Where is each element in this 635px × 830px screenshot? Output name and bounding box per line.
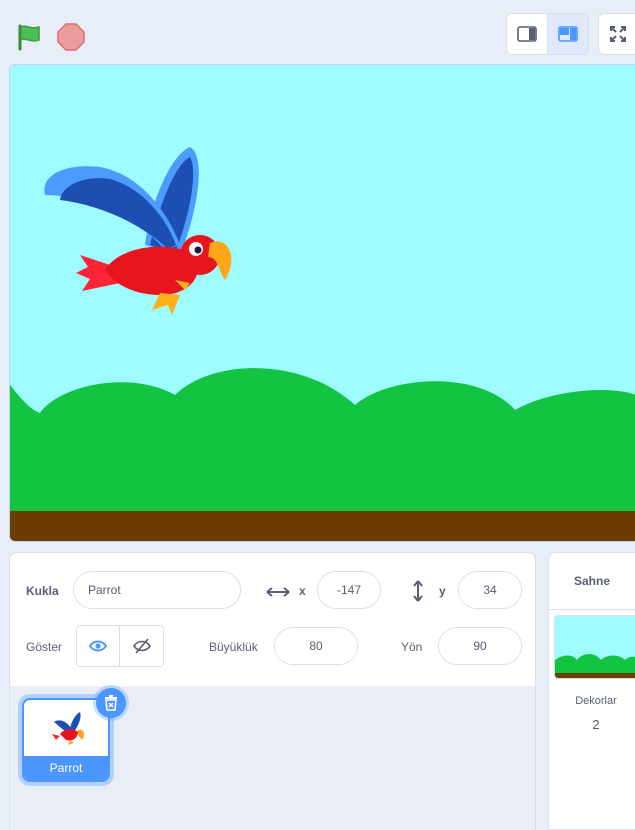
trash-icon — [105, 695, 117, 711]
x-position-input[interactable]: -147 — [317, 571, 381, 609]
stage-header — [0, 0, 635, 64]
hide-sprite-button[interactable] — [120, 625, 164, 667]
backdrops-label: Dekorlar — [575, 695, 617, 707]
sprite-label: Kukla — [26, 584, 59, 598]
eye-hidden-icon — [132, 638, 151, 654]
stage-canvas[interactable] — [9, 64, 635, 542]
size-label: Büyüklük — [209, 640, 258, 654]
fullscreen-icon — [610, 26, 626, 42]
eye-icon — [89, 640, 107, 652]
backdrop-thumbnail[interactable] — [554, 615, 635, 679]
fullscreen-button[interactable] — [598, 13, 635, 55]
sprite-tile-name: Parrot — [24, 756, 108, 780]
stage-pane-header: Sahne — [549, 553, 635, 610]
show-sprite-button[interactable] — [76, 625, 120, 667]
parrot-thumbnail — [52, 712, 85, 745]
y-arrow-icon — [413, 580, 423, 602]
direction-input[interactable]: 90 — [438, 627, 522, 665]
stop-icon[interactable] — [56, 22, 86, 52]
small-stage-button[interactable] — [506, 13, 548, 55]
ground — [10, 511, 635, 541]
y-position-input[interactable]: 34 — [458, 571, 522, 609]
normal-stage-icon — [558, 26, 578, 42]
sprite-list: Parrot — [9, 686, 536, 830]
show-label: Göster — [26, 640, 63, 654]
y-label: y — [439, 584, 446, 598]
sprite-info-panel: Kukla Parrot x -147 y 34 Göster Büyüklük… — [9, 552, 536, 686]
small-stage-icon — [517, 26, 537, 42]
direction-label: Yön — [401, 640, 423, 654]
backdrops-count: 2 — [592, 717, 600, 732]
size-input[interactable]: 80 — [274, 627, 358, 665]
normal-stage-button[interactable] — [547, 13, 589, 55]
x-arrow-icon — [266, 587, 290, 597]
stage-pane[interactable]: Sahne Dekorlar 2 — [548, 552, 635, 830]
green-flag-icon[interactable] — [14, 22, 44, 52]
sprite-name-input[interactable]: Parrot — [73, 571, 241, 609]
sprite-tile-parrot[interactable]: Parrot — [22, 698, 110, 782]
x-label: x — [299, 584, 306, 598]
delete-sprite-button[interactable] — [96, 688, 126, 718]
